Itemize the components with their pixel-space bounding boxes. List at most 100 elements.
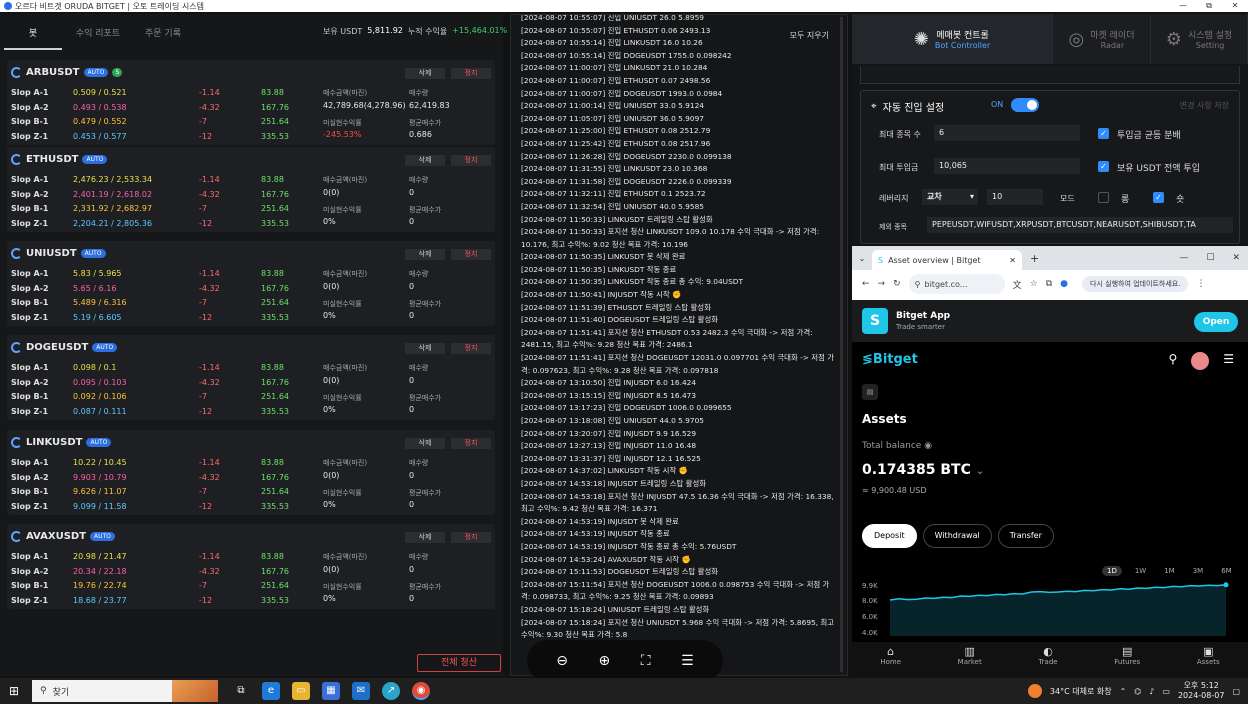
stop-button[interactable]: 정지 [451, 438, 491, 449]
log-line: [2024-08-07 15:18:24] UNIUSDT 트레일링 스탑 활성… [521, 604, 710, 614]
nav-market[interactable]: ▥ Market [958, 642, 982, 678]
clear-log-button[interactable]: 모두 지우기 [785, 28, 833, 43]
open-app-button[interactable]: Open [1194, 312, 1238, 332]
store-icon[interactable]: ▦ [322, 682, 340, 700]
tray-chevron-icon[interactable]: ⌃ [1120, 687, 1127, 696]
page-icon[interactable]: ▤ [862, 384, 878, 400]
network-icon[interactable]: ⌬ [1134, 687, 1141, 696]
range-1m[interactable]: 1M [1159, 566, 1180, 576]
bot-app-icon[interactable]: ↗ [382, 682, 400, 700]
bitget-brand[interactable]: ≶Bitget [862, 352, 918, 367]
browser-minimize-icon[interactable]: — [1179, 253, 1188, 263]
bookmark-star-icon[interactable]: ☆ [1030, 279, 1038, 289]
log-line: [2024-08-07 11:00:14] 진입 UNIUSDT 33.0 5.… [521, 101, 704, 111]
new-tab-icon[interactable]: + [1030, 252, 1039, 265]
document-icon[interactable]: ☰ [681, 653, 694, 669]
range-6m[interactable]: 6M [1216, 566, 1237, 576]
short-checkbox[interactable]: ✓ [1153, 192, 1164, 203]
avatar[interactable] [1191, 352, 1210, 370]
range-1w[interactable]: 1W [1130, 566, 1151, 576]
auto-entry-toggle[interactable] [1011, 98, 1039, 112]
taskbar-search[interactable]: ⚲ 찾기 [32, 680, 218, 702]
stop-button[interactable]: 정지 [451, 249, 491, 260]
task-view-icon[interactable]: ⧉ [232, 682, 250, 700]
hamburger-menu-icon[interactable]: ☰ [1223, 352, 1234, 370]
stop-button[interactable]: 정지 [451, 532, 491, 543]
browser-tab-bitget[interactable]: S Asset overview | Bitget ✕ [872, 250, 1022, 270]
even-split-checkbox[interactable]: ✓ [1098, 128, 1109, 139]
browser-close-icon[interactable]: ✕ [1232, 253, 1240, 263]
weather-icon[interactable] [1027, 684, 1042, 698]
tab-profit-report[interactable]: 수익 리포트 [62, 20, 134, 50]
stop-button[interactable]: 정지 [451, 343, 491, 354]
save-changes-button[interactable]: 변경 사항 저장 [1180, 100, 1229, 111]
address-bar[interactable]: ⚲ bitget.co... [908, 274, 1005, 294]
tab-order-history[interactable]: 주문 기록 [134, 20, 192, 50]
total-balance-label: Total balance ◉ [862, 441, 933, 451]
fit-screen-icon[interactable]: ⛶ [641, 653, 651, 669]
taskbar-clock[interactable]: 오후 5:12 2024-08-07 [1178, 681, 1225, 701]
range-1d[interactable]: 1D [1102, 566, 1122, 576]
exclude-input[interactable]: PEPEUSDT,WIFUSDT,XRPUSDT,BTCUSDT,NEARUSD… [927, 217, 1233, 233]
tab-list-icon[interactable]: ⌄ [852, 254, 872, 263]
update-browser-button[interactable]: 다시 실행하여 업데이트하세요. [1082, 276, 1189, 292]
nav-home[interactable]: ⌂ Home [880, 642, 901, 678]
nav-assets[interactable]: ▣ Assets [1197, 642, 1220, 678]
windows-start-icon[interactable]: ⊞ [0, 684, 28, 698]
close-button[interactable]: ✕ [1222, 1, 1248, 11]
volume-icon[interactable]: ♪ [1149, 687, 1154, 696]
tab-bot-controller[interactable]: ✺ 메매봇 컨트롤 Bot Controller [852, 14, 1053, 64]
tab-radar[interactable]: ◎ 마켓 레이더 Radar [1053, 14, 1151, 64]
withdrawal-button[interactable]: Withdrawal [922, 524, 992, 548]
edge-icon[interactable]: e [262, 682, 280, 700]
zoom-in-icon[interactable]: ⊕ [599, 653, 611, 669]
site-info-icon[interactable]: ⚲ [915, 280, 921, 289]
margin-mode-select[interactable]: 교차 ▾ [922, 189, 978, 205]
range-3m[interactable]: 3M [1188, 566, 1209, 576]
zoom-out-icon[interactable]: ⊖ [556, 653, 568, 669]
delete-button[interactable]: 삭제 [405, 68, 445, 79]
battery-icon[interactable]: ▭ [1162, 687, 1170, 696]
chrome-icon[interactable]: ◉ [412, 682, 430, 700]
eye-icon[interactable]: ◉ [924, 441, 932, 451]
notification-icon[interactable]: ▢ [1232, 687, 1240, 696]
nav-trade[interactable]: ◐ Trade [1038, 642, 1057, 678]
translate-icon[interactable]: 文 [1013, 278, 1022, 291]
browser-menu-icon[interactable]: ⋮ [1196, 279, 1205, 289]
long-checkbox[interactable] [1098, 192, 1109, 203]
browser-maximize-icon[interactable]: ☐ [1206, 253, 1214, 263]
max-items-input[interactable]: 6 [934, 125, 1080, 141]
loading-spinner-icon [11, 531, 22, 542]
extensions-icon[interactable]: ⧉ [1046, 279, 1052, 289]
mail-icon[interactable]: ✉ [352, 682, 370, 700]
forward-icon[interactable]: → [878, 279, 886, 289]
tab-setting[interactable]: ⚙ 시스템 설정 Setting [1151, 14, 1248, 64]
delete-button[interactable]: 삭제 [405, 532, 445, 543]
log-scrollbar[interactable] [840, 17, 843, 672]
chevron-down-icon[interactable]: ⌄ [976, 466, 984, 477]
nav-futures[interactable]: ▤ Futures [1114, 642, 1140, 678]
search-icon[interactable]: ⚲ [1168, 352, 1177, 370]
leverage-input[interactable]: 10 [987, 189, 1043, 205]
maximize-button[interactable]: ⧉ [1196, 1, 1222, 11]
reload-icon[interactable]: ↻ [893, 279, 901, 289]
close-all-button[interactable]: 전체 청산 [417, 654, 501, 672]
delete-button[interactable]: 삭제 [405, 343, 445, 354]
weather-text[interactable]: 34°C 대체로 화창 [1050, 686, 1112, 697]
minimize-button[interactable]: — [1170, 1, 1196, 11]
delete-button[interactable]: 삭제 [405, 249, 445, 260]
profile-icon[interactable]: ● [1060, 279, 1068, 289]
file-explorer-icon[interactable]: ▭ [292, 682, 310, 700]
transfer-button[interactable]: Transfer [997, 524, 1054, 548]
tab-bots[interactable]: 봇 [4, 20, 62, 50]
back-icon[interactable]: ← [862, 279, 870, 289]
stop-button[interactable]: 정지 [451, 155, 491, 166]
deposit-button[interactable]: Deposit [862, 524, 917, 548]
all-usdt-checkbox[interactable]: ✓ [1098, 161, 1109, 172]
max-invest-input[interactable]: 10,065 [934, 158, 1080, 174]
stop-button[interactable]: 정지 [451, 68, 491, 79]
close-tab-icon[interactable]: ✕ [1009, 256, 1016, 265]
last-point [1223, 582, 1229, 588]
delete-button[interactable]: 삭제 [405, 438, 445, 449]
delete-button[interactable]: 삭제 [405, 155, 445, 166]
